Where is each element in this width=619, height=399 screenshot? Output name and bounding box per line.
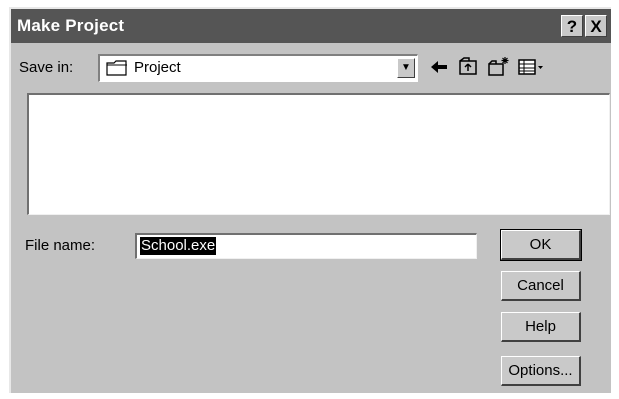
options-button[interactable]: Options... [501,356,581,386]
new-folder-icon[interactable] [487,56,511,78]
view-menu-icon[interactable] [517,56,545,78]
dialog-title: Make Project [17,16,125,35]
file-name-label: File name: [25,237,96,254]
file-list[interactable] [27,93,610,215]
file-name-input[interactable]: School.exe [135,233,477,259]
save-in-label: Save in: [19,59,74,76]
ok-button[interactable]: OK [500,229,582,261]
chevron-down-icon[interactable]: ▼ [397,58,415,78]
cancel-button[interactable]: Cancel [501,271,581,301]
help-title-button[interactable]: ? [561,15,583,37]
help-button[interactable]: Help [501,312,581,342]
close-button[interactable]: X [585,15,607,37]
file-name-value: School.exe [140,237,217,255]
up-folder-icon[interactable] [458,56,478,78]
title-bar[interactable]: Make Project ? X [11,9,611,43]
save-in-dropdown[interactable]: Project ▼ [98,54,418,82]
save-in-value: Project [134,59,181,76]
folder-icon [106,60,127,76]
back-arrow-icon[interactable] [429,56,449,78]
make-project-dialog: Make Project ? X Save in: Project ▼ File… [9,7,611,393]
